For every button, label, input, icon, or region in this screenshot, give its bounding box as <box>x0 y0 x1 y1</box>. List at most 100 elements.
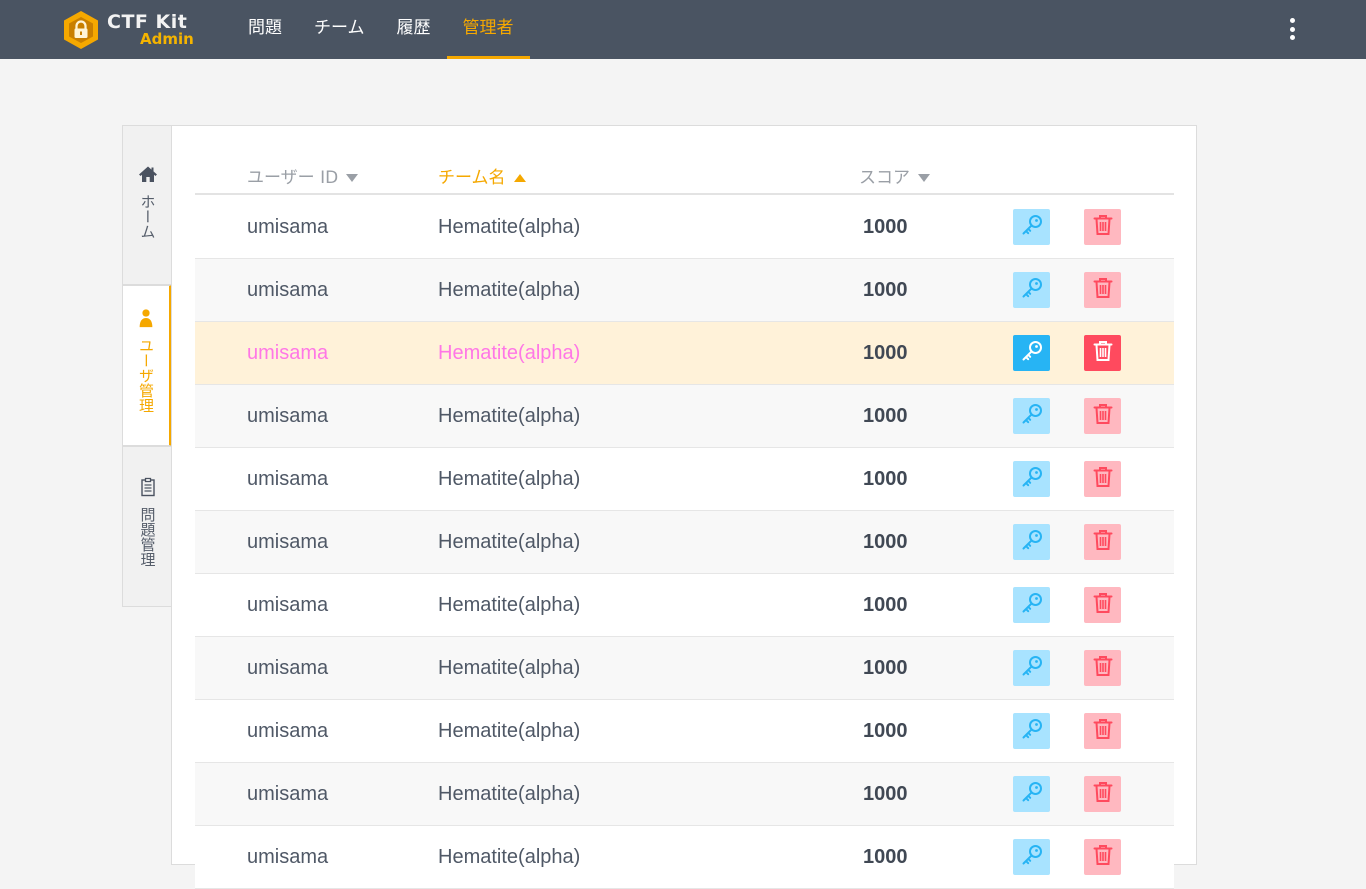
side-tab-home-label: ホーム <box>138 194 157 239</box>
table-row[interactable]: umisama Hematite(alpha) 1000 <box>195 196 1174 259</box>
table-row[interactable]: umisama Hematite(alpha) 1000 <box>195 700 1174 763</box>
team-name-cell: Hematite(alpha) <box>438 657 581 679</box>
side-tab-home[interactable]: ホーム <box>122 125 172 285</box>
app-logo[interactable]: CTF Kit Admin <box>62 9 202 51</box>
home-icon <box>138 166 157 182</box>
user-id-cell: umisama <box>247 468 329 490</box>
column-header-score[interactable]: スコア <box>859 163 930 188</box>
team-name-cell: Hematite(alpha) <box>438 783 581 805</box>
user-id-cell: umisama <box>247 405 329 427</box>
reset-password-button[interactable] <box>1013 776 1050 812</box>
reset-password-button[interactable] <box>1013 335 1050 371</box>
admin-side-tabs: ホーム ユーザ管理 問題管理 <box>122 125 172 607</box>
trash-icon <box>1090 464 1116 495</box>
team-name-cell: Hematite(alpha) <box>438 279 581 301</box>
delete-user-button[interactable] <box>1084 713 1121 749</box>
reset-password-button[interactable] <box>1013 209 1050 245</box>
score-cell: 1000 <box>863 594 908 616</box>
team-name-cell: Hematite(alpha) <box>438 531 581 553</box>
delete-user-button[interactable] <box>1084 839 1121 875</box>
column-header-user-id[interactable]: ユーザー ID <box>247 163 359 188</box>
side-tab-user-management-label: ユーザ管理 <box>137 338 155 413</box>
user-id-cell: umisama <box>247 720 329 742</box>
table-row[interactable]: umisama Hematite(alpha) 1000 <box>195 574 1174 637</box>
table-row[interactable]: umisama Hematite(alpha) 1000 <box>195 637 1174 700</box>
table-row[interactable]: umisama Hematite(alpha) 1000 <box>195 511 1174 574</box>
more-vertical-icon[interactable] <box>1282 16 1302 42</box>
table-row[interactable]: umisama Hematite(alpha) 1000 <box>195 448 1174 511</box>
score-cell: 1000 <box>863 846 908 868</box>
delete-user-button[interactable] <box>1084 461 1121 497</box>
reset-password-button[interactable] <box>1013 461 1050 497</box>
nav-item-3[interactable]: 管理者 <box>446 0 530 59</box>
team-name-cell: Hematite(alpha) <box>438 468 581 490</box>
reset-password-button[interactable] <box>1013 272 1050 308</box>
delete-user-button[interactable] <box>1084 335 1121 371</box>
table-row[interactable]: umisama Hematite(alpha) 1000 <box>195 826 1174 889</box>
user-id-cell: umisama <box>247 783 329 805</box>
trash-icon <box>1090 653 1116 684</box>
user-management-panel: ユーザー ID チーム名 スコア umisama Hematite(alpha) 1… <box>171 125 1197 889</box>
sort-desc-icon <box>918 174 930 182</box>
table-row[interactable]: umisama Hematite(alpha) 1000 <box>195 385 1174 448</box>
user-id-cell: umisama <box>247 279 329 301</box>
user-id-cell: umisama <box>247 531 329 553</box>
reset-password-button[interactable] <box>1013 398 1050 434</box>
score-cell: 1000 <box>863 531 908 553</box>
delete-user-button[interactable] <box>1084 650 1121 686</box>
table-row[interactable]: umisama Hematite(alpha) 1000 <box>195 259 1174 322</box>
score-cell: 1000 <box>863 657 908 679</box>
trash-icon <box>1090 401 1116 432</box>
user-id-cell: umisama <box>247 657 329 679</box>
nav-item-2[interactable]: 履歴 <box>381 0 447 59</box>
delete-user-button[interactable] <box>1084 272 1121 308</box>
table-row[interactable]: umisama Hematite(alpha) 1000 <box>195 322 1174 385</box>
column-header-user-id-label: ユーザー ID <box>247 168 339 188</box>
trash-icon <box>1090 590 1116 621</box>
side-tab-user-management[interactable]: ユーザ管理 <box>122 285 172 446</box>
reset-password-button[interactable] <box>1013 524 1050 560</box>
reset-password-button[interactable] <box>1013 587 1050 623</box>
score-cell: 1000 <box>863 720 908 742</box>
delete-user-button[interactable] <box>1084 587 1121 623</box>
column-header-team-name[interactable]: チーム名 <box>438 163 526 188</box>
delete-user-button[interactable] <box>1084 209 1121 245</box>
team-name-cell: Hematite(alpha) <box>438 720 581 742</box>
nav-item-1[interactable]: チーム <box>298 0 381 59</box>
side-tab-problem-management-label: 問題管理 <box>138 507 157 567</box>
delete-user-button[interactable] <box>1084 776 1121 812</box>
team-name-cell: Hematite(alpha) <box>438 405 581 427</box>
nav-item-0[interactable]: 問題 <box>232 0 298 59</box>
reset-password-button[interactable] <box>1013 839 1050 875</box>
score-cell: 1000 <box>863 783 908 805</box>
sort-asc-icon <box>513 174 526 182</box>
clipboard-icon <box>140 477 155 497</box>
trash-icon <box>1090 275 1116 306</box>
score-cell: 1000 <box>863 468 908 490</box>
user-icon <box>139 309 153 328</box>
column-header-team-name-label: チーム名 <box>438 168 506 188</box>
user-id-cell: umisama <box>247 342 329 364</box>
table-row[interactable]: umisama Hematite(alpha) 1000 <box>195 763 1174 826</box>
team-name-cell: Hematite(alpha) <box>438 216 581 238</box>
key-icon <box>1019 779 1045 810</box>
reset-password-button[interactable] <box>1013 713 1050 749</box>
team-name-cell: Hematite(alpha) <box>438 594 581 616</box>
trash-icon <box>1090 527 1116 558</box>
key-icon <box>1019 653 1045 684</box>
table-header: ユーザー ID チーム名 スコア <box>195 163 1174 195</box>
key-icon <box>1019 842 1045 873</box>
delete-user-button[interactable] <box>1084 398 1121 434</box>
key-icon <box>1019 527 1045 558</box>
side-tab-problem-management[interactable]: 問題管理 <box>122 446 172 607</box>
key-icon <box>1019 401 1045 432</box>
key-icon <box>1019 212 1045 243</box>
trash-icon <box>1090 338 1116 369</box>
reset-password-button[interactable] <box>1013 650 1050 686</box>
score-cell: 1000 <box>863 216 908 238</box>
logo-title: CTF Kit <box>107 11 188 33</box>
team-name-cell: Hematite(alpha) <box>438 342 581 364</box>
delete-user-button[interactable] <box>1084 524 1121 560</box>
trash-icon <box>1090 212 1116 243</box>
user-id-cell: umisama <box>247 594 329 616</box>
